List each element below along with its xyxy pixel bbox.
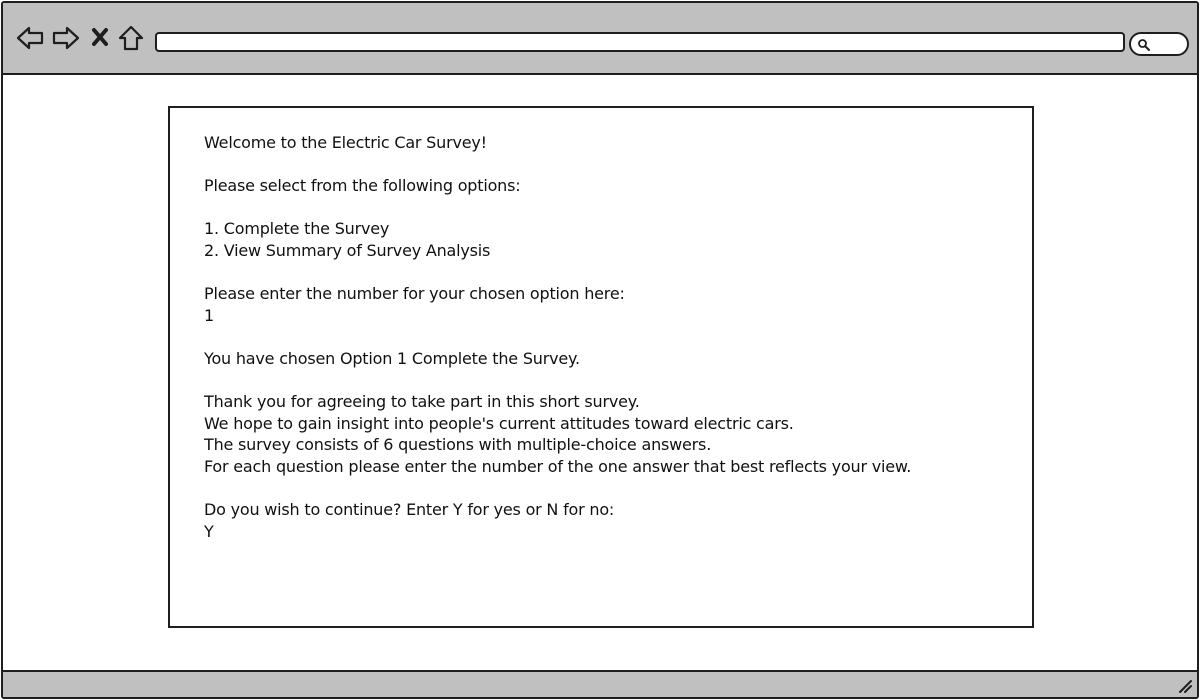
console-text: Welcome to the Electric Car Survey! Plea… <box>204 132 1004 542</box>
insight-line: We hope to gain insight into people's cu… <box>204 413 794 433</box>
welcome-message: Welcome to the Electric Car Survey! <box>204 133 487 152</box>
survey-size-line: The survey consists of 6 questions with … <box>204 435 712 455</box>
status-bar <box>3 670 1197 697</box>
option-entry-prompt: Please enter the number for your chosen … <box>204 284 625 304</box>
browser-toolbar <box>3 3 1197 75</box>
continue-prompt: Do you wish to continue? Enter Y for yes… <box>204 500 615 520</box>
continue-entry-value[interactable]: Y <box>204 521 1004 543</box>
chosen-option-message: You have chosen Option 1 Complete the Su… <box>204 348 580 368</box>
close-icon[interactable] <box>89 23 111 53</box>
browser-window: Welcome to the Electric Car Survey! Plea… <box>1 1 1199 699</box>
forward-arrow-icon[interactable] <box>51 23 81 53</box>
select-prompt: Please select from the following options… <box>204 176 521 196</box>
option-complete-survey: 1. Complete the Survey <box>204 219 390 239</box>
console-output-panel: Welcome to the Electric Car Survey! Plea… <box>168 106 1034 628</box>
search-icon <box>1138 39 1150 51</box>
home-icon[interactable] <box>117 23 145 53</box>
address-bar[interactable] <box>155 32 1125 52</box>
option-view-summary: 2. View Summary of Survey Analysis <box>204 240 491 260</box>
resize-grip-icon[interactable] <box>1177 678 1193 694</box>
thank-you-line: Thank you for agreeing to take part in t… <box>204 392 640 412</box>
search-box[interactable] <box>1129 32 1189 56</box>
option-entry-value[interactable]: 1 <box>204 305 1004 327</box>
instruction-line: For each question please enter the numbe… <box>204 456 912 476</box>
back-arrow-icon[interactable] <box>15 23 45 53</box>
